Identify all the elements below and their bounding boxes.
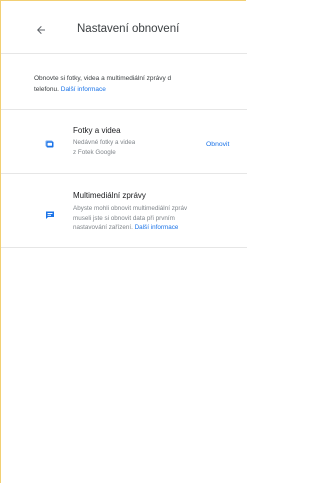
page-title: Nastavení obnovení — [77, 23, 180, 35]
learn-more-link[interactable]: Další informace — [135, 224, 179, 231]
intro-line-1: Obnovte si fotky, videa a multimediální … — [34, 75, 172, 82]
item-subtitle-line-3: nastavování zařízení. Další informace — [73, 223, 178, 233]
app-bar: Nastavení obnovení — [1, 1, 247, 54]
item-title: Fotky a videa — [73, 126, 121, 135]
intro-text: Obnovte si fotky, videa a multimediální … — [34, 73, 247, 95]
item-title: Multimediální zprávy — [73, 191, 146, 200]
divider — [1, 109, 247, 110]
item-subtitle-line-2: z Fotek Google — [73, 148, 116, 156]
photos-icon — [45, 140, 54, 148]
item-subtitle-line-1: Nedávné fotky a videa — [73, 139, 136, 146]
divider — [1, 173, 247, 174]
learn-more-link[interactable]: Další informace — [61, 86, 106, 93]
back-button[interactable] — [34, 23, 48, 37]
divider — [1, 247, 247, 248]
intro-line-2-text: telefonu. — [34, 86, 59, 93]
message-icon — [46, 211, 54, 219]
item-subtitle-line-1: Abyste mohli obnovit multimediální zpráv — [73, 205, 188, 212]
item-subtitle-line-2: museli jste si obnovit data při prvním — [73, 214, 175, 222]
settings-screen: Nastavení obnovení Obnovte si fotky, vid… — [0, 0, 247, 483]
arrow-left-icon — [37, 26, 45, 34]
intro-line-2: telefonu. Další informace — [34, 84, 247, 95]
item-subtitle-line-3-text: nastavování zařízení. — [73, 224, 133, 231]
restore-button[interactable]: Obnovit — [206, 141, 247, 148]
